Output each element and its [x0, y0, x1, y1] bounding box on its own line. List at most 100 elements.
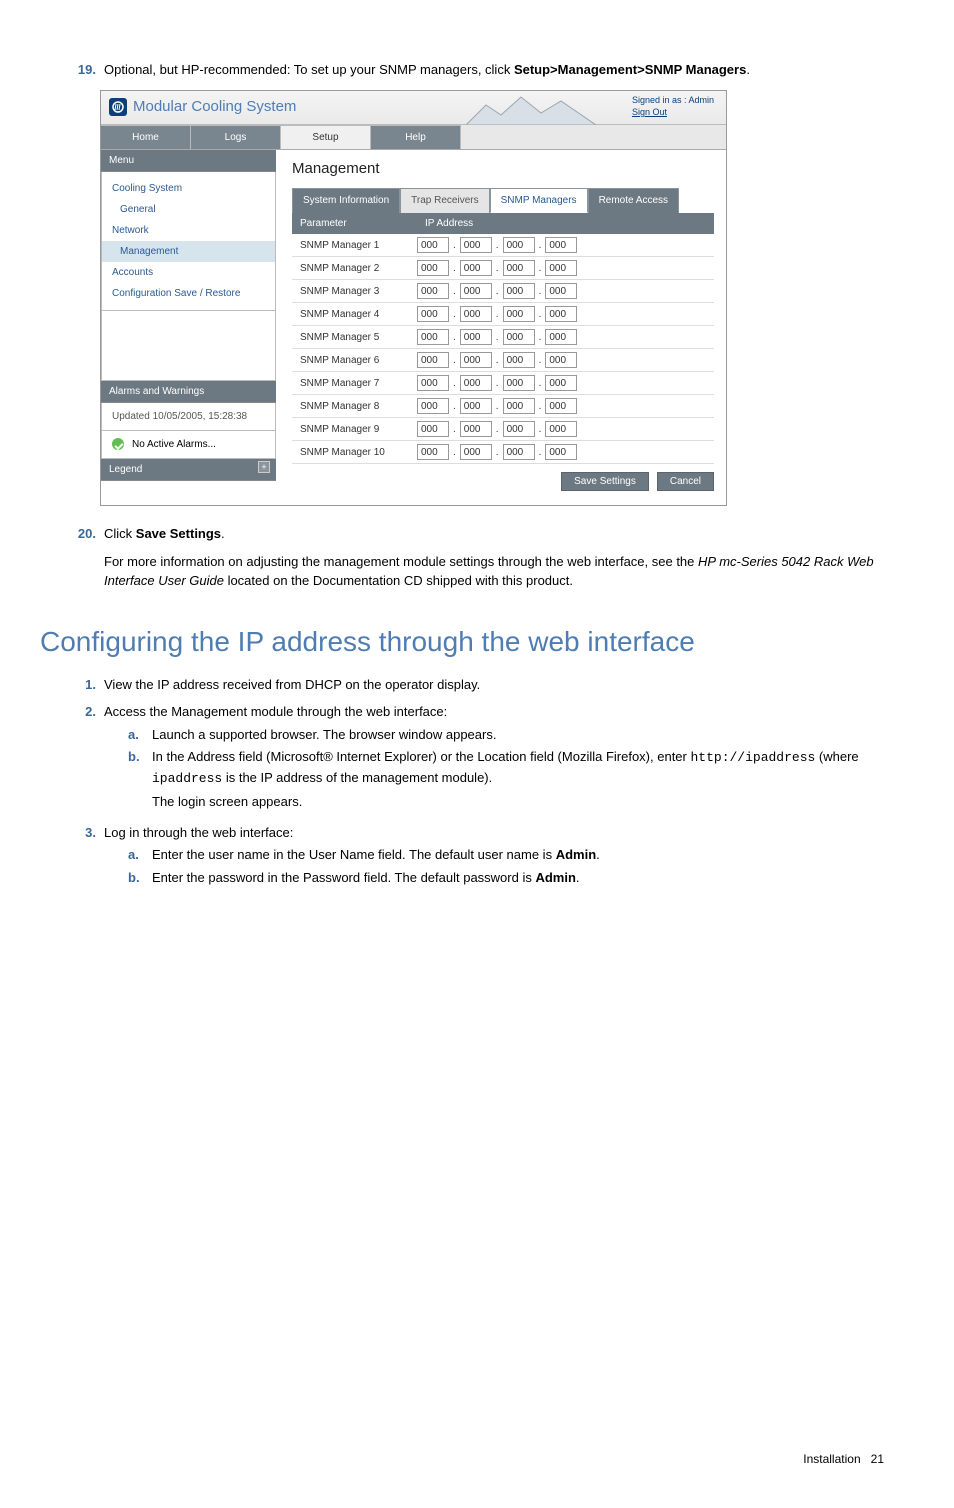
bold: Save Settings [136, 526, 221, 541]
ip-octet-input[interactable] [460, 352, 492, 368]
tab-logs[interactable]: Logs [191, 125, 281, 149]
ip-octet-input[interactable] [417, 283, 449, 299]
ip-octet-input[interactable] [545, 352, 577, 368]
row-label: SNMP Manager 8 [292, 399, 417, 414]
sublist-text: In the Address field (Microsoft® Interne… [152, 747, 884, 812]
subtab-remote[interactable]: Remote Access [588, 188, 679, 213]
subtab-sysinfo[interactable]: System Information [292, 188, 400, 213]
ip-octet-input[interactable] [545, 260, 577, 276]
sidebar-item-management[interactable]: Management [102, 241, 275, 262]
ip-octet-input[interactable] [503, 421, 535, 437]
ip-octet-input[interactable] [545, 444, 577, 460]
ip-octet-input[interactable] [417, 398, 449, 414]
app-title-wrap: Modular Cooling System [101, 96, 296, 119]
footer-page: 21 [871, 1452, 884, 1466]
expand-icon[interactable]: + [258, 461, 270, 473]
sidebar-item-config[interactable]: Configuration Save / Restore [102, 283, 275, 304]
dot-separator: . [496, 307, 499, 322]
dot-separator: . [496, 445, 499, 460]
sidebar-item-cooling[interactable]: Cooling System [102, 178, 275, 199]
ip-octet-input[interactable] [545, 398, 577, 414]
list-num: 1. [70, 675, 104, 695]
ip-octet-input[interactable] [460, 398, 492, 414]
bold: Setup>Management>SNMP Managers [514, 62, 746, 77]
dot-separator: . [496, 422, 499, 437]
step-number: 20. [70, 524, 104, 544]
info-paragraph: For more information on adjusting the ma… [104, 552, 884, 591]
ip-cells: ... [417, 375, 577, 391]
list-num: 3. [70, 823, 104, 891]
ip-octet-input[interactable] [503, 398, 535, 414]
text: is the IP address of the management modu… [222, 770, 492, 785]
ip-octet-input[interactable] [417, 237, 449, 253]
dot-separator: . [453, 238, 456, 253]
legend-label: Legend [109, 464, 142, 475]
ip-octet-input[interactable] [460, 283, 492, 299]
list-item-2: 2. Access the Management module through … [70, 702, 884, 815]
ip-octet-input[interactable] [460, 306, 492, 322]
list-item-3: 3. Log in through the web interface: a. … [70, 823, 884, 891]
alarms-updated: Updated 10/05/2005, 15:28:38 [101, 403, 276, 431]
save-button[interactable]: Save Settings [561, 472, 649, 491]
dot-separator: . [539, 376, 542, 391]
dot-separator: . [539, 238, 542, 253]
text: . [746, 62, 750, 77]
text: Click [104, 526, 136, 541]
ip-octet-input[interactable] [460, 329, 492, 345]
ip-octet-input[interactable] [417, 421, 449, 437]
legend-header: Legend + [101, 459, 276, 481]
dot-separator: . [496, 284, 499, 299]
spacer [101, 311, 276, 381]
alarm-row: No Active Alarms... [101, 431, 276, 459]
step-19: 19. Optional, but HP-recommended: To set… [70, 60, 884, 80]
ip-octet-input[interactable] [460, 237, 492, 253]
ip-octet-input[interactable] [545, 237, 577, 253]
cancel-button[interactable]: Cancel [657, 472, 714, 491]
code: http://ipaddress [690, 750, 815, 765]
ip-octet-input[interactable] [545, 421, 577, 437]
ip-octet-input[interactable] [545, 375, 577, 391]
decorative-mountain-icon [466, 91, 596, 125]
sublist-3a: a. Enter the user name in the User Name … [128, 845, 884, 865]
table-row: SNMP Manager 7... [292, 372, 714, 395]
sidebar-item-network[interactable]: Network [102, 220, 275, 241]
ip-octet-input[interactable] [417, 260, 449, 276]
ip-octet-input[interactable] [460, 421, 492, 437]
ip-octet-input[interactable] [460, 260, 492, 276]
ip-octet-input[interactable] [503, 444, 535, 460]
menu-header: Menu [101, 150, 276, 172]
list-text: Access the Management module through the… [104, 702, 884, 815]
subtab-snmp[interactable]: SNMP Managers [490, 188, 588, 213]
ip-octet-input[interactable] [503, 329, 535, 345]
ip-octet-input[interactable] [460, 375, 492, 391]
table-row: SNMP Manager 5... [292, 326, 714, 349]
row-label: SNMP Manager 9 [292, 422, 417, 437]
tab-help[interactable]: Help [371, 125, 461, 149]
ip-octet-input[interactable] [417, 306, 449, 322]
sidebar-item-general[interactable]: General [102, 199, 275, 220]
signin-block: Signed in as : Admin Sign Out [632, 95, 726, 118]
col-param: Parameter [292, 213, 417, 234]
tab-home[interactable]: Home [101, 125, 191, 149]
ip-octet-input[interactable] [503, 375, 535, 391]
ip-octet-input[interactable] [545, 329, 577, 345]
ip-octet-input[interactable] [503, 352, 535, 368]
ip-octet-input[interactable] [460, 444, 492, 460]
tab-setup[interactable]: Setup [281, 125, 371, 149]
ip-cells: ... [417, 260, 577, 276]
ip-octet-input[interactable] [417, 329, 449, 345]
ip-octet-input[interactable] [417, 375, 449, 391]
ip-octet-input[interactable] [545, 306, 577, 322]
ip-octet-input[interactable] [417, 352, 449, 368]
ip-octet-input[interactable] [503, 283, 535, 299]
ip-octet-input[interactable] [503, 306, 535, 322]
signout-link[interactable]: Sign Out [632, 107, 667, 117]
ip-octet-input[interactable] [417, 444, 449, 460]
text: Optional, but HP-recommended: To set up … [104, 62, 514, 77]
ip-octet-input[interactable] [545, 283, 577, 299]
ip-octet-input[interactable] [503, 237, 535, 253]
sidebar-item-accounts[interactable]: Accounts [102, 262, 275, 283]
ip-octet-input[interactable] [503, 260, 535, 276]
col-ip: IP Address [417, 213, 714, 234]
subtab-trap[interactable]: Trap Receivers [400, 188, 489, 213]
